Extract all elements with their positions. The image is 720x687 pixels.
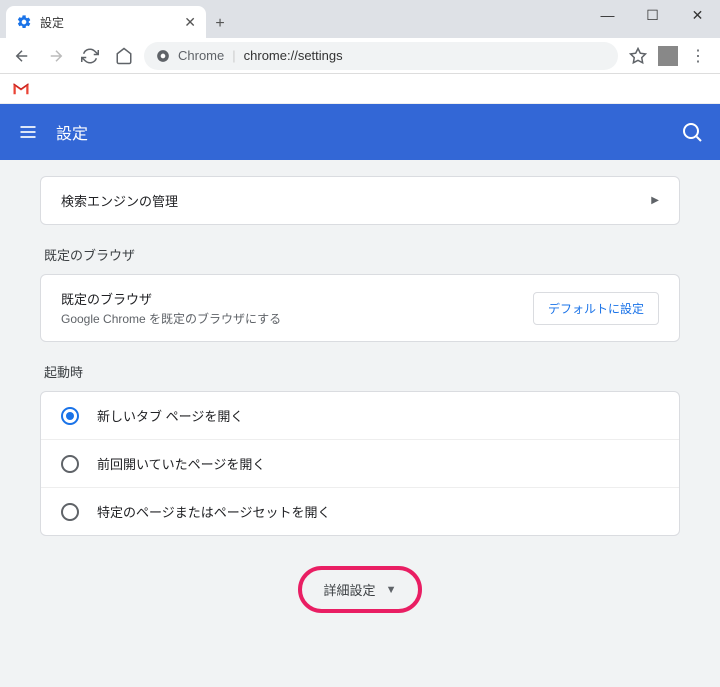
close-tab-button[interactable]: ✕ bbox=[184, 14, 196, 31]
browser-tab-settings[interactable]: 設定 ✕ bbox=[6, 6, 206, 38]
default-browser-card: 既定のブラウザ Google Chrome を既定のブラウザにする デフォルトに… bbox=[40, 274, 680, 342]
radio-icon bbox=[61, 455, 79, 473]
url-origin: Chrome bbox=[178, 48, 224, 63]
radio-label: 新しいタブ ページを開く bbox=[97, 406, 243, 425]
url-path: chrome://settings bbox=[244, 48, 343, 63]
startup-option-new-tab[interactable]: 新しいタブ ページを開く bbox=[41, 392, 679, 439]
row-label: 検索エンジンの管理 bbox=[61, 191, 651, 210]
radio-icon bbox=[61, 503, 79, 521]
chrome-icon bbox=[156, 49, 170, 63]
extension-icon[interactable] bbox=[658, 46, 678, 66]
startup-option-continue[interactable]: 前回開いていたページを開く bbox=[41, 439, 679, 487]
close-window-button[interactable]: ✕ bbox=[675, 0, 720, 30]
default-browser-row: 既定のブラウザ Google Chrome を既定のブラウザにする デフォルトに… bbox=[41, 275, 679, 341]
gear-icon bbox=[16, 14, 32, 30]
url-input[interactable]: Chrome | chrome://settings bbox=[144, 42, 618, 70]
hamburger-menu-button[interactable] bbox=[16, 120, 40, 144]
advanced-label: 詳細設定 bbox=[324, 580, 376, 599]
advanced-section: 詳細設定 ▼ bbox=[40, 566, 680, 613]
row-title: 既定のブラウザ bbox=[61, 289, 533, 308]
chevron-right-icon: ▶ bbox=[651, 195, 659, 206]
advanced-settings-button[interactable]: 詳細設定 ▼ bbox=[298, 566, 423, 613]
minimize-button[interactable]: — bbox=[585, 0, 630, 30]
settings-header: 設定 bbox=[0, 104, 720, 160]
manage-search-engines-row[interactable]: 検索エンジンの管理 ▶ bbox=[41, 177, 679, 224]
chevron-down-icon: ▼ bbox=[386, 584, 397, 596]
gmail-bookmark-icon[interactable] bbox=[12, 82, 30, 96]
forward-button[interactable] bbox=[42, 42, 70, 70]
section-title-startup: 起動時 bbox=[44, 362, 680, 381]
radio-label: 前回開いていたページを開く bbox=[97, 454, 265, 473]
startup-option-specific-pages[interactable]: 特定のページまたはページセットを開く bbox=[41, 487, 679, 535]
address-bar: Chrome | chrome://settings ⋮ bbox=[0, 38, 720, 74]
maximize-button[interactable]: ☐ bbox=[630, 0, 675, 30]
startup-card: 新しいタブ ページを開く 前回開いていたページを開く 特定のページまたはページセ… bbox=[40, 391, 680, 536]
search-icon[interactable] bbox=[680, 120, 704, 144]
new-tab-button[interactable]: + bbox=[206, 10, 234, 38]
radio-label: 特定のページまたはページセットを開く bbox=[97, 502, 330, 521]
set-default-button[interactable]: デフォルトに設定 bbox=[533, 292, 659, 325]
section-title-default-browser: 既定のブラウザ bbox=[44, 245, 680, 264]
tab-title: 設定 bbox=[40, 14, 184, 31]
page-title: 設定 bbox=[56, 120, 680, 144]
reload-button[interactable] bbox=[76, 42, 104, 70]
home-button[interactable] bbox=[110, 42, 138, 70]
row-subtitle: Google Chrome を既定のブラウザにする bbox=[61, 310, 533, 327]
bookmark-star-button[interactable] bbox=[624, 42, 652, 70]
bookmarks-bar bbox=[0, 74, 720, 104]
browser-menu-button[interactable]: ⋮ bbox=[684, 46, 712, 66]
settings-content: 検索エンジンの管理 ▶ 既定のブラウザ 既定のブラウザ Google Chrom… bbox=[0, 160, 720, 687]
radio-icon bbox=[61, 407, 79, 425]
url-separator: | bbox=[232, 48, 235, 63]
window-controls: — ☐ ✕ bbox=[585, 0, 720, 30]
back-button[interactable] bbox=[8, 42, 36, 70]
search-engine-card: 検索エンジンの管理 ▶ bbox=[40, 176, 680, 225]
